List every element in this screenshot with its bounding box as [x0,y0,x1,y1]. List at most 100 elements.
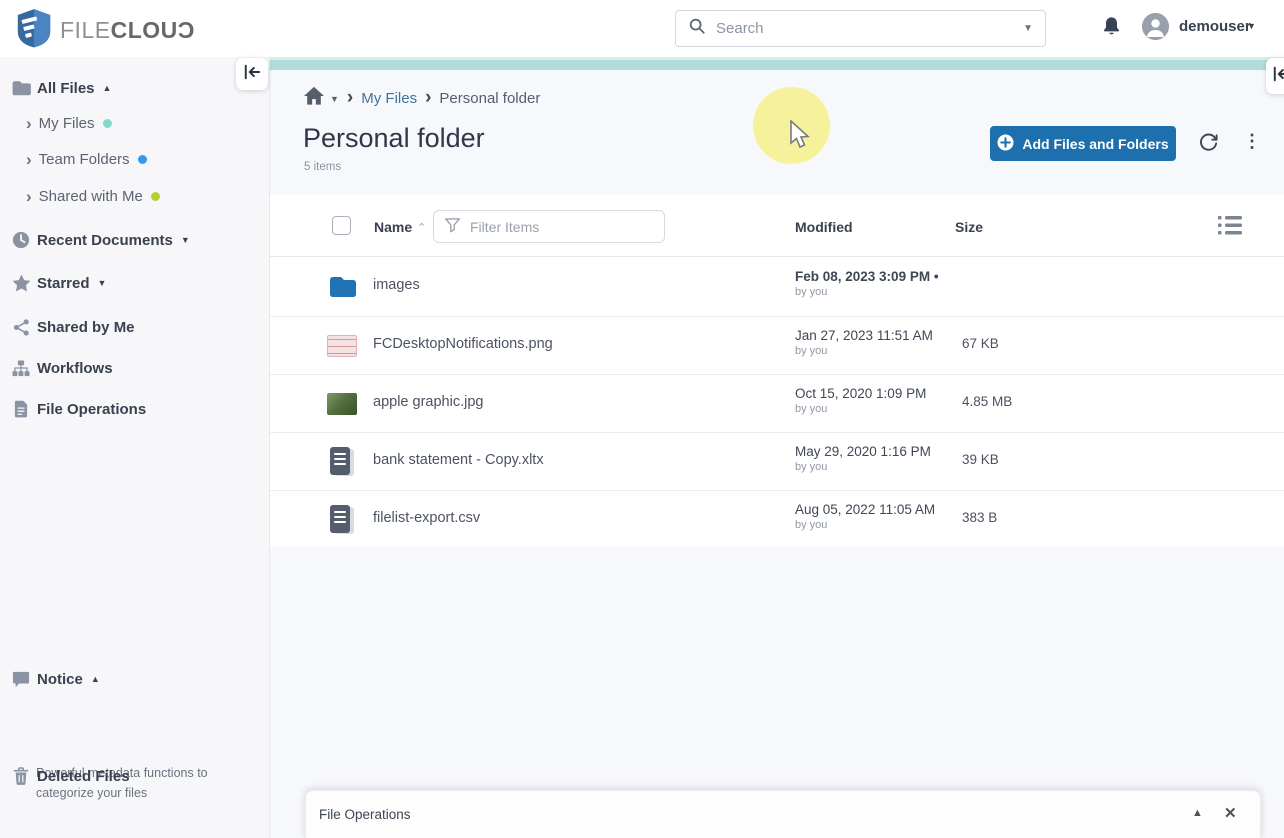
share-icon [10,318,32,336]
search-scope-caret-icon[interactable]: ▼ [1023,23,1033,34]
clock-icon [10,231,32,249]
document-icon [325,446,359,477]
file-name[interactable]: apple graphic.jpg [373,394,483,410]
select-all-checkbox[interactable] [332,216,351,235]
file-name[interactable]: FCDesktopNotifications.png [373,336,553,352]
caret-up-icon: ▲ [90,674,100,684]
sidebar-item-recent-documents[interactable]: Recent Documents ▼ [0,224,270,256]
file-size: 67 KB [962,336,999,351]
sidebar-item-label: All Files [37,79,95,97]
more-options-icon[interactable]: ⋮ [1243,131,1261,152]
table-row[interactable]: images Feb 08, 2023 3:09 PM • by you [270,258,1284,316]
plus-circle-icon [997,133,1014,154]
sidebar-item-label: Deleted Files [37,767,130,785]
panel-collapse-caret-icon[interactable]: ▲ [1192,807,1203,819]
user-menu[interactable]: demouser [1179,18,1251,35]
modified-by: by you [795,345,828,357]
sidebar-item-starred[interactable]: Starred ▼ [0,267,270,299]
sidebar-item-shared-by-me[interactable]: Shared by Me [0,311,270,343]
home-icon[interactable] [303,86,325,111]
sidebar-item-shared-with-me[interactable]: › Shared with Me [0,180,270,212]
collapse-right-icon [1272,66,1284,87]
chevron-right-icon: › [26,186,32,206]
caret-down-icon: ▼ [97,278,107,288]
notifications-bell-icon[interactable] [1101,15,1122,44]
user-menu-caret-icon[interactable]: ▼ [1247,21,1256,31]
modified-by: by you [795,519,828,531]
chevron-right-icon: › [26,149,32,169]
items-count: 5 items [304,161,342,173]
folder-icon [10,80,32,97]
breadcrumb-home-caret-icon[interactable]: ▼ [330,94,339,104]
sidebar-item-label: Workflows [37,359,113,377]
document-icon [325,504,359,535]
funnel-icon [444,216,461,238]
add-files-button-label: Add Files and Folders [1022,135,1169,152]
filecloud-logo-text: FILECLOUƆ [60,17,195,43]
status-dot-green [150,191,160,201]
table-header: Name ⌃ Modified Size [270,195,1284,257]
modified-cell: May 29, 2020 1:16 PM by you [795,444,931,473]
search-icon [688,17,706,40]
table-row[interactable]: apple graphic.jpg Oct 15, 2020 1:09 PM b… [270,374,1284,432]
sidebar-item-notice[interactable]: Notice ▲ [0,663,270,695]
user-avatar[interactable] [1142,13,1169,40]
column-header-modified[interactable]: Modified [795,219,853,235]
search-bar[interactable]: ▼ [675,10,1046,47]
modified-by: by you [795,286,828,298]
search-input[interactable] [716,20,1024,37]
panel-collapse-button[interactable] [1266,58,1284,94]
column-header-size[interactable]: Size [955,219,983,235]
close-icon[interactable]: ✕ [1224,804,1237,822]
sidebar-item-deleted-files[interactable]: Deleted Files [0,760,270,792]
image-thumbnail [325,392,359,415]
sort-ascending-icon[interactable]: ⌃ [417,221,426,234]
sidebar: All Files ▲ › My Files › Team Folders › … [0,57,270,838]
breadcrumb-link-my-files[interactable]: My Files [361,90,417,107]
refresh-icon[interactable] [1198,133,1219,159]
filecloud-logo[interactable]: FILECLOUƆ [16,8,195,53]
sidebar-item-my-files[interactable]: › My Files [0,107,270,139]
caret-down-icon: ▼ [180,235,190,245]
breadcrumb-separator-icon: › [346,87,354,108]
modified-cell: Jan 27, 2023 11:51 AM by you [795,328,933,357]
add-files-button[interactable]: Add Files and Folders [990,126,1176,161]
table-row[interactable]: bank statement - Copy.xltx May 29, 2020 … [270,432,1284,490]
sidebar-item-label: Starred [37,274,90,292]
sidebar-item-label: Shared by Me [37,318,135,336]
file-name[interactable]: filelist-export.csv [373,510,480,526]
filter-box[interactable] [433,210,665,243]
trash-icon [10,767,32,785]
file-size: 383 B [962,510,998,525]
caret-up-icon: ▲ [102,83,112,93]
breadcrumb-separator-icon: › [425,87,432,108]
modified-date: Feb 08, 2023 3:09 PM • [795,269,939,284]
star-icon [10,274,32,292]
breadcrumb: ▼ › My Files › Personal folder [303,86,540,111]
list-view-icon[interactable] [1218,215,1242,241]
file-operations-panel-title: File Operations [319,807,411,822]
column-header-name[interactable]: Name [374,219,412,235]
top-bar: FILECLOUƆ ▼ demouser ▼ [0,0,1284,57]
sidebar-item-team-folders[interactable]: › Team Folders [0,143,270,175]
table-row[interactable]: filelist-export.csv Aug 05, 2022 11:05 A… [270,490,1284,548]
chevron-right-icon: › [26,113,32,133]
modified-by: by you [795,461,828,473]
sidebar-item-all-files[interactable]: All Files ▲ [0,72,270,104]
sidebar-collapse-button[interactable] [236,58,268,90]
modified-cell: Oct 15, 2020 1:09 PM by you [795,386,926,415]
filecloud-logo-icon [16,8,52,53]
image-thumbnail [325,334,359,357]
content-accent-strip [270,57,1284,70]
sidebar-item-workflows[interactable]: Workflows [0,352,270,384]
file-size: 4.85 MB [962,394,1013,409]
file-size: 39 KB [962,452,999,467]
filter-input[interactable] [470,218,654,235]
sidebar-item-file-operations[interactable]: File Operations [0,393,270,425]
file-name[interactable]: images [373,277,420,293]
file-name[interactable]: bank statement - Copy.xltx [373,452,544,468]
sidebar-item-label: My Files [38,114,95,132]
breadcrumb-current: Personal folder [439,90,541,107]
table-row[interactable]: FCDesktopNotifications.png Jan 27, 2023 … [270,316,1284,374]
modified-date: Jan 27, 2023 11:51 AM [795,328,933,343]
